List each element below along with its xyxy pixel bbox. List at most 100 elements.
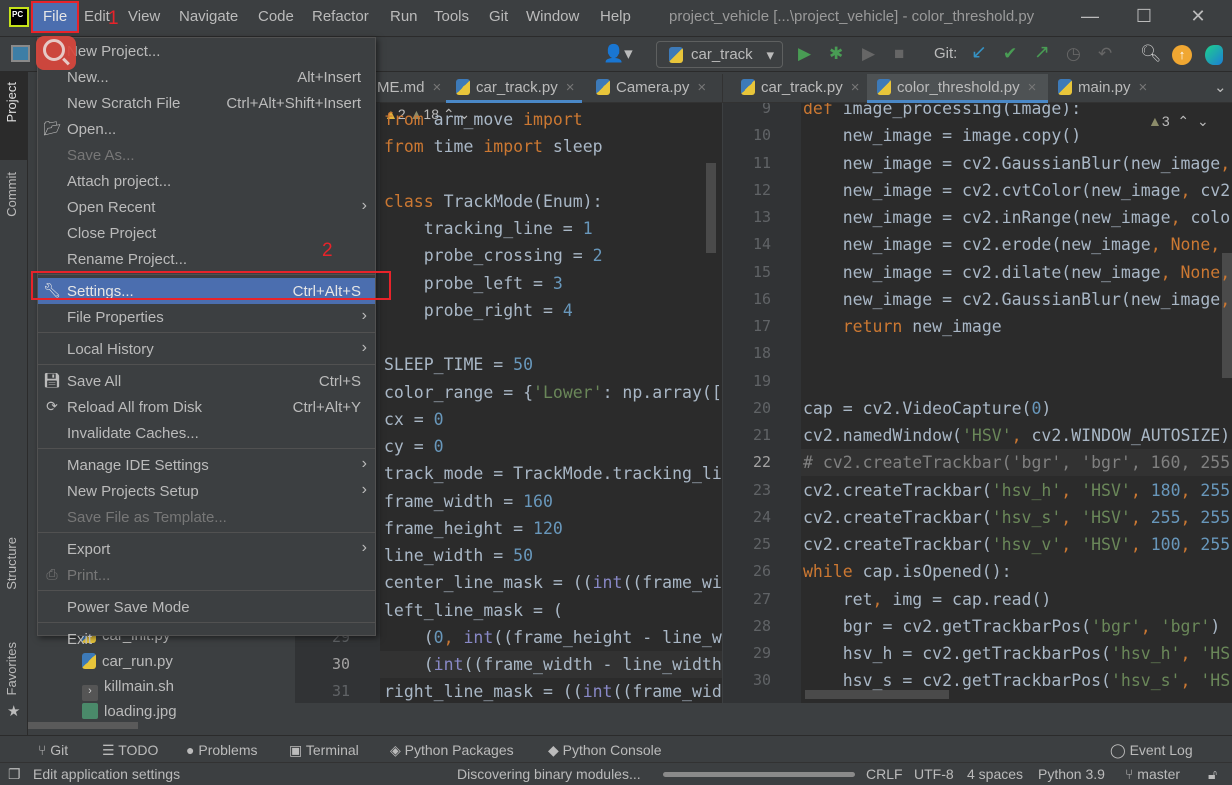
menu-item-invalidate-caches[interactable]: Invalidate Caches... <box>38 420 375 446</box>
menu-item-new[interactable]: New... Alt+Insert <box>38 64 375 90</box>
close-tab-icon[interactable]: × <box>1028 79 1037 96</box>
code-token: , <box>1130 480 1151 500</box>
code-line: cy = 0 <box>384 433 444 460</box>
menu-view[interactable]: View <box>128 8 160 25</box>
code-token: 'HSV' <box>1081 480 1131 500</box>
python-packages-button[interactable]: ◈ Python Packages <box>390 742 514 759</box>
vertical-scrollbar[interactable] <box>706 163 716 253</box>
git-commit-icon[interactable]: ✔ <box>1003 44 1017 64</box>
horizontal-scrollbar[interactable] <box>28 722 138 729</box>
structure-tool-tab[interactable]: Structure <box>4 537 19 590</box>
editor-tab[interactable]: ME.md × <box>367 74 449 103</box>
file-encoding[interactable]: UTF-8 <box>914 766 954 782</box>
menu-git[interactable]: Git <box>489 8 508 25</box>
menu-item-export[interactable]: Export › <box>38 536 375 562</box>
layout-icon[interactable]: ❐ <box>8 766 21 783</box>
event-log-button[interactable]: ◯ Event Log <box>1110 742 1193 759</box>
commit-tool-tab[interactable]: Commit <box>4 172 19 217</box>
menu-item-file-properties[interactable]: File Properties › <box>38 304 375 330</box>
interpreter[interactable]: Python 3.9 <box>1038 766 1105 782</box>
run-icon[interactable]: ▶ <box>798 44 811 64</box>
jetbrains-toolbox-icon[interactable] <box>1205 45 1223 65</box>
menu-item-open-recent[interactable]: Open Recent › <box>38 194 375 220</box>
code-token: cv2.createTrackbar( <box>803 507 992 527</box>
menu-run[interactable]: Run <box>390 8 418 25</box>
menu-help[interactable]: Help <box>600 8 631 25</box>
code-token: import <box>483 137 543 157</box>
menu-tools[interactable]: Tools <box>434 8 469 25</box>
right-code-editor[interactable]: ▲3 ⌃ ⌄ 9 def image_processing(image): 10 n… <box>723 103 1232 703</box>
git-branch[interactable]: ⑂ master <box>1125 766 1180 782</box>
git-push-icon[interactable]: ↗ <box>1034 41 1050 64</box>
python-console-button[interactable]: ◆ Python Console <box>548 742 662 759</box>
inspection-widget[interactable]: ▲3 ⌃ ⌄ <box>1148 113 1209 130</box>
menu-item-new-projects-setup[interactable]: New Projects Setup › <box>38 478 375 504</box>
rollback-icon[interactable]: ↶ <box>1098 44 1112 64</box>
editor-tab[interactable]: car_track.py × <box>446 74 583 103</box>
user-icon[interactable]: 👤▾ <box>603 44 633 64</box>
menu-item-attach-project[interactable]: Attach project... <box>38 168 375 194</box>
minimize-icon[interactable]: — <box>1078 6 1102 30</box>
close-icon[interactable]: ✕ <box>1186 6 1210 30</box>
line-separator[interactable]: CRLF <box>866 766 903 782</box>
menu-edit[interactable]: Edit <box>84 8 110 25</box>
project-tool-tab[interactable]: Project <box>4 82 19 122</box>
project-window-icon[interactable] <box>11 45 30 62</box>
code-token: , <box>1180 671 1201 691</box>
git-tool-button[interactable]: ⑂ Git <box>38 742 68 758</box>
code-token: class <box>384 191 434 211</box>
editor-tab[interactable]: color_threshold.py × <box>867 74 1048 103</box>
close-tab-icon[interactable]: × <box>1139 79 1148 96</box>
lock-icon[interactable]: 🔓︎ <box>1208 766 1217 783</box>
menu-code[interactable]: Code <box>258 8 294 25</box>
stop-icon[interactable]: ■ <box>894 44 904 64</box>
problems-tool-button[interactable]: ● Problems <box>186 742 258 758</box>
editor-tab[interactable]: car_track.py × <box>731 74 867 103</box>
maximize-icon[interactable]: ☐ <box>1132 6 1156 30</box>
run-config-label: car_track <box>691 46 753 63</box>
git-update-icon[interactable]: ↙ <box>971 41 987 64</box>
todo-tool-button[interactable]: ☰ TODO <box>102 742 158 759</box>
menu-item-exit[interactable]: Exit <box>38 626 375 652</box>
code-token: , <box>1140 616 1161 636</box>
favorites-tool-tab[interactable]: Favorites <box>4 642 19 695</box>
code-line: probe_crossing = 2 <box>384 242 603 269</box>
close-tab-icon[interactable]: × <box>433 79 442 96</box>
indent-setting[interactable]: 4 spaces <box>967 766 1023 782</box>
run-config-dropdown[interactable]: car_track ▾ <box>656 41 783 68</box>
search-icon[interactable]: 🔍︎ <box>1140 44 1162 64</box>
menu-item-open[interactable]: 📂︎ Open... <box>38 116 375 142</box>
menu-navigate[interactable]: Navigate <box>179 8 238 25</box>
close-tab-icon[interactable]: × <box>851 79 860 96</box>
coverage-icon[interactable]: ▶ <box>862 44 875 64</box>
chevron-down-icon[interactable]: ⌄ <box>1214 78 1227 96</box>
code-token: from <box>384 137 424 157</box>
tree-item[interactable]: › killmain.sh <box>82 678 174 701</box>
terminal-tool-button[interactable]: ▣ Terminal <box>289 742 359 759</box>
menu-item-power-save-mode[interactable]: Power Save Mode <box>38 594 375 620</box>
editor-tab[interactable]: main.py × <box>1048 74 1155 103</box>
debug-icon[interactable]: ✱ <box>829 44 843 64</box>
step-1-label: 1 <box>108 8 119 29</box>
menu-window[interactable]: Window <box>526 8 579 25</box>
code-token: 4 <box>562 300 573 320</box>
code-token: img = cap.read() <box>892 589 1052 609</box>
menu-item-new-scratch-file[interactable]: New Scratch File Ctrl+Alt+Shift+Insert <box>38 90 375 116</box>
editor-tab[interactable]: Camera.py × <box>586 74 714 103</box>
menu-item-reload-all-from-disk[interactable]: ⟳ Reload All from Disk Ctrl+Alt+Y <box>38 394 375 420</box>
update-icon[interactable]: ↑ <box>1172 45 1192 65</box>
menu-item-new-project[interactable]: New Project... <box>38 38 375 64</box>
step-2-label: 2 <box>322 240 333 261</box>
line-number: 11 <box>752 153 771 172</box>
tab-label: ME.md <box>377 79 425 96</box>
menu-item-save-all[interactable]: 💾︎ Save All Ctrl+S <box>38 368 375 394</box>
close-tab-icon[interactable]: × <box>697 79 706 96</box>
menu-item-manage-ide-settings[interactable]: Manage IDE Settings › <box>38 452 375 478</box>
code-line: frame_width = 160 <box>384 488 553 515</box>
menu-item-local-history[interactable]: Local History › <box>38 336 375 362</box>
close-tab-icon[interactable]: × <box>566 79 575 96</box>
tree-item[interactable]: loading.jpg <box>82 703 177 720</box>
history-icon[interactable]: ◷ <box>1066 44 1081 64</box>
menu-refactor[interactable]: Refactor <box>312 8 369 25</box>
tree-item[interactable]: car_run.py <box>82 653 173 670</box>
